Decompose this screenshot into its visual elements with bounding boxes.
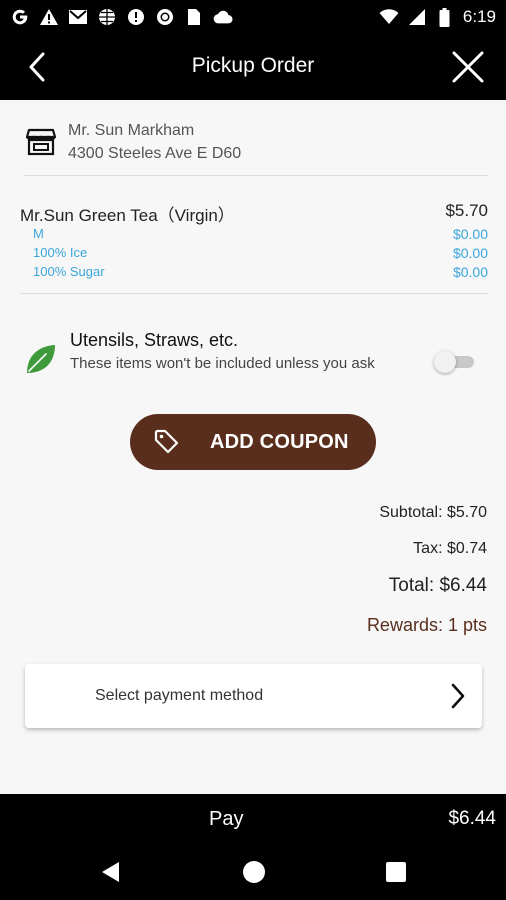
sim-icon	[184, 7, 204, 27]
page-title: Pickup Order	[191, 54, 315, 77]
item-price: $5.70	[445, 201, 488, 220]
store-icon	[25, 128, 57, 156]
close-icon	[452, 51, 484, 83]
pay-amount: $6.44	[448, 808, 496, 829]
pay-label: Pay	[209, 808, 244, 830]
leaf-icon	[24, 342, 58, 376]
system-status: 6:19	[379, 7, 496, 27]
toggle-thumb	[434, 351, 456, 373]
subtotal: Subtotal: $5.70	[379, 504, 487, 521]
option-price: $0.00	[452, 226, 488, 242]
rewards: Rewards: 1 pts	[366, 615, 487, 635]
option-price: $0.00	[452, 264, 488, 280]
item-name: Mr.Sun Green Tea（Virgin）	[20, 206, 235, 225]
nav-home-icon[interactable]	[243, 861, 265, 883]
app-bar: Pickup Order	[0, 34, 506, 100]
nav-recents-icon[interactable]	[386, 862, 406, 882]
item-option: 100% Sugar $0.00	[33, 264, 488, 280]
utensils-title: Utensils, Straws, etc.	[70, 330, 239, 350]
warning-icon	[39, 7, 59, 27]
google-icon	[10, 7, 30, 27]
signal-icon	[407, 7, 427, 27]
option-label: M	[33, 226, 44, 241]
cloud-icon	[213, 7, 233, 27]
order-content: Mr. Sun Markham 4300 Steeles Ave E D60 M…	[0, 100, 506, 794]
wifi-icon	[379, 7, 399, 27]
total: Total: $6.44	[388, 575, 487, 596]
info-icon	[126, 7, 146, 27]
close-button[interactable]	[450, 49, 486, 85]
store-address: 4300 Steeles Ave E D60	[68, 145, 242, 162]
tag-icon	[154, 429, 180, 455]
record-icon	[155, 7, 175, 27]
store-name: Mr. Sun Markham	[68, 122, 195, 139]
clock: 6:19	[462, 7, 496, 26]
option-label: 100% Sugar	[33, 264, 105, 279]
tax: Tax: $0.74	[413, 540, 487, 557]
chevron-right-icon	[448, 682, 468, 710]
globe-icon	[97, 7, 117, 27]
item-option: 100% Ice $0.00	[33, 245, 488, 261]
status-bar: 6:19	[0, 0, 506, 34]
battery-icon	[435, 7, 455, 27]
notification-icons	[10, 7, 233, 27]
store-info: Mr. Sun Markham 4300 Steeles Ave E D60	[24, 120, 488, 176]
system-nav-bar	[0, 844, 506, 900]
order-item: Mr.Sun Green Tea（Virgin） $5.70 M $0.00 1…	[20, 198, 488, 294]
item-option: M $0.00	[33, 226, 488, 242]
utensils-subtitle: These items won't be included unless you…	[70, 355, 375, 372]
utensils-toggle[interactable]	[434, 351, 474, 373]
coupon-label: ADD COUPON	[210, 431, 349, 453]
pay-button[interactable]: Pay $6.44	[0, 794, 506, 844]
select-payment-method-button[interactable]: Select payment method	[25, 664, 482, 728]
utensils-option: Utensils, Straws, etc. These items won't…	[24, 330, 488, 390]
option-price: $0.00	[452, 245, 488, 261]
gmail-icon	[68, 7, 88, 27]
payment-label: Select payment method	[95, 687, 264, 704]
nav-back-icon[interactable]	[101, 861, 121, 888]
add-coupon-button[interactable]: ADD COUPON	[130, 414, 376, 470]
option-label: 100% Ice	[33, 245, 88, 260]
